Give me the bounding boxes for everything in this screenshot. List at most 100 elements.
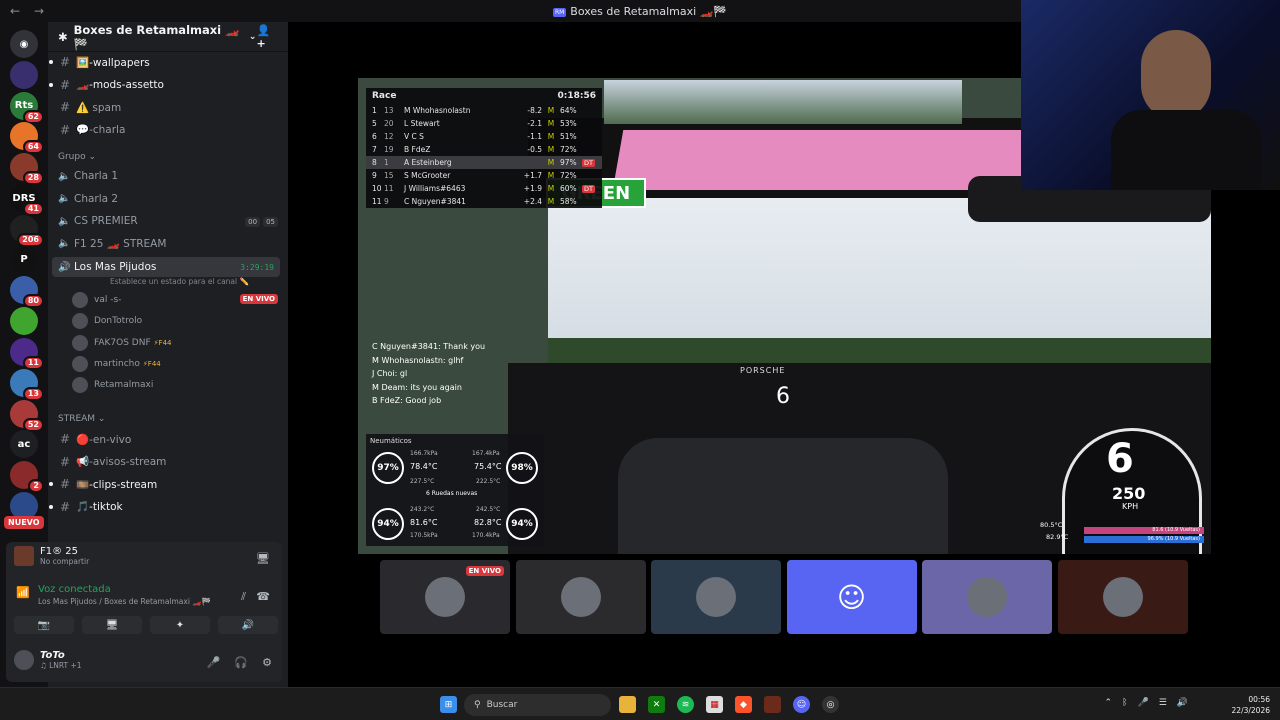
tyre-rl-temp: 81.6°C [410, 518, 438, 527]
chevron-down-icon[interactable]: ⌄ [249, 32, 257, 42]
volume-icon[interactable]: 🔊 [1177, 698, 1188, 708]
server-icon-server-13[interactable]: ac [10, 430, 38, 459]
app-icon[interactable]: ▦ [706, 696, 723, 713]
guild-header[interactable]: ✱ Boxes de Retamalmaxi 🏎️🏁 ⌄ 👤+ [48, 22, 288, 52]
server-icon-server-3[interactable]: 64 [10, 122, 44, 155]
server-icon-server-11[interactable]: 13 [10, 368, 44, 401]
row-tyre-wear: 53% [560, 119, 577, 128]
user-thumb-3[interactable] [922, 560, 1052, 634]
avatar [696, 577, 736, 617]
brave-icon[interactable]: ◆ [735, 696, 752, 713]
activity-subtitle: No compartir [40, 557, 90, 566]
headphones-icon[interactable]: 🎧 [234, 656, 248, 669]
text-channel[interactable]: # ⚠️ spam [48, 97, 288, 117]
soundboard-button[interactable]: 🔊 [218, 616, 278, 634]
tyre-rl-pressure: 170.5kPa [410, 532, 438, 539]
voice-channel[interactable]: 🔈 Charla 1 [48, 166, 288, 186]
noise-suppression-icon[interactable]: ⫽ [241, 590, 246, 604]
voice-channel[interactable]: 🔈 CS PREMIER 00 05 [48, 211, 288, 231]
voice-location[interactable]: Los Mas Pijudos / Boxes de Retamalmaxi 🏎… [38, 597, 211, 606]
voice-user[interactable]: FAK7OS DNF ⚡F44 [72, 333, 172, 353]
xbox-icon[interactable]: ✕ [648, 696, 665, 713]
voice-channel[interactable]: 🔈 F1 25 🏎️ STREAM [48, 234, 288, 254]
tyre-fr-temp: 75.4°C [474, 462, 502, 471]
discord-thumb[interactable]: ☺ [786, 560, 917, 634]
row-tyre-wear: 58% [560, 197, 577, 206]
server-icon-server-5[interactable]: DRS 41 [10, 184, 44, 216]
text-channel[interactable]: # 🔴-en-vivo [48, 429, 288, 449]
voice-user[interactable]: val -s- [72, 290, 121, 310]
signal-icon: 📶 [16, 586, 30, 599]
voice-channel[interactable]: 🔈 Charla 2 [48, 189, 288, 209]
tyre-fl-core: 227.5°C [410, 478, 435, 485]
invite-icon[interactable]: 👤+ [256, 24, 278, 50]
unread-count-badge: 41 [22, 202, 44, 216]
share-screen-button[interactable]: 🖥 [82, 616, 142, 634]
microphone-icon[interactable]: 🎤 [207, 656, 221, 669]
text-channel[interactable]: # 🎵-tiktok [48, 497, 288, 517]
voice-user-name: martincho [94, 358, 140, 369]
text-channel[interactable]: # 🎞️-clips-stream [48, 474, 288, 494]
microphone-tray-icon[interactable]: 🎤 [1137, 698, 1148, 708]
server-icon-server-7[interactable]: P [10, 245, 38, 274]
row-car-number: 19 [384, 145, 394, 154]
stream-thumb[interactable]: EN VIVO [380, 560, 510, 634]
activities-button[interactable]: ✦ [150, 616, 210, 634]
voice-user[interactable]: Retamalmaxi [72, 375, 153, 395]
channel-name: 📢-avisos-stream [76, 456, 167, 469]
game-app-icon[interactable] [764, 696, 781, 713]
avatar [72, 355, 88, 372]
guild-name: Boxes de Retamalmaxi 🏎️🏁 [73, 22, 240, 51]
spotify-icon[interactable]: ≋ [677, 696, 694, 713]
voice-channel-name: Charla 1 [74, 170, 119, 182]
user-thumb-4[interactable] [1057, 560, 1188, 634]
network-icon[interactable]: ☰ [1159, 698, 1167, 708]
server-icon-discord-home[interactable]: ◉ [10, 30, 38, 58]
voice-user[interactable]: martincho ⚡F44 [72, 354, 161, 374]
category-grupo[interactable]: Grupo ⌄ [58, 152, 96, 162]
voice-channel-active[interactable]: 🔊 Los Mas Pijudos 3:29:19 [52, 257, 280, 277]
category-stream[interactable]: STREAM ⌄ [58, 414, 105, 424]
text-channel[interactable]: # 🏎️-mods-assetto [48, 75, 288, 95]
voice-connection: 📶 Voz conectada Los Mas Pijudos / Boxes … [14, 584, 211, 606]
server-icon-server-8[interactable]: 80 [10, 276, 44, 309]
windows-start-icon[interactable]: ⊞ [440, 696, 457, 713]
screen-share-icon[interactable]: 🖥 [256, 552, 270, 565]
drive-through-badge: DT [582, 158, 595, 167]
taskbar-search[interactable]: ⚲ Buscar [464, 694, 611, 716]
file-explorer-icon[interactable] [619, 696, 636, 713]
bluetooth-icon[interactable]: ᛒ [1122, 698, 1127, 708]
current-user[interactable]: ToTo ♫ LNRT +1 [14, 650, 82, 670]
user-thumb-1[interactable] [515, 560, 646, 634]
row-position: 5 [372, 119, 377, 128]
new-badge[interactable]: NUEVO [4, 516, 44, 529]
server-icon-server-6[interactable]: 206 [10, 214, 44, 247]
leaderboard-row: 11 9 C Nguyen#3841 +2.4 M 58% [366, 195, 602, 208]
channel-name: ⚠️ spam [76, 101, 122, 114]
camera-button[interactable]: 📷 [14, 616, 74, 634]
voice-user[interactable]: DonTotrolo [72, 311, 142, 331]
tyre-fl-temp: 78.4°C [410, 462, 438, 471]
gear-icon[interactable]: ⚙ [262, 656, 272, 669]
server-icon-server-4[interactable]: 28 [10, 153, 44, 186]
search-label: Buscar [486, 700, 518, 710]
server-icon-server-14[interactable]: 2 [10, 461, 44, 494]
text-channel[interactable]: # 💬-charla [48, 120, 288, 140]
chevron-up-icon[interactable]: ⌃ [1105, 698, 1113, 708]
steam-icon[interactable]: ◎ [822, 696, 839, 713]
clock[interactable]: 00:56 22/3/2026 [1232, 694, 1270, 716]
server-icon-server-1[interactable] [10, 60, 38, 89]
server-icon-server-12[interactable]: 52 [10, 399, 44, 432]
activity-card[interactable]: F1® 25 No compartir [14, 546, 89, 566]
disconnect-icon[interactable]: ☎ [256, 590, 270, 603]
discord-icon[interactable]: ☺ [793, 696, 810, 713]
channel-status[interactable]: Establece un estado para el canal ✏️ [110, 277, 249, 286]
server-icon-server-2[interactable]: Rts 62 [10, 91, 44, 124]
text-channel[interactable]: # 🖼️-wallpapers [48, 52, 288, 72]
hud-temp-1: 80.5°C [1040, 521, 1063, 529]
voice-connected-label[interactable]: Voz conectada [38, 584, 211, 595]
user-thumb-2[interactable] [651, 560, 781, 634]
server-icon-server-9[interactable] [10, 307, 38, 336]
server-icon-server-10[interactable]: 11 [10, 338, 44, 370]
text-channel[interactable]: # 📢-avisos-stream [48, 452, 288, 472]
